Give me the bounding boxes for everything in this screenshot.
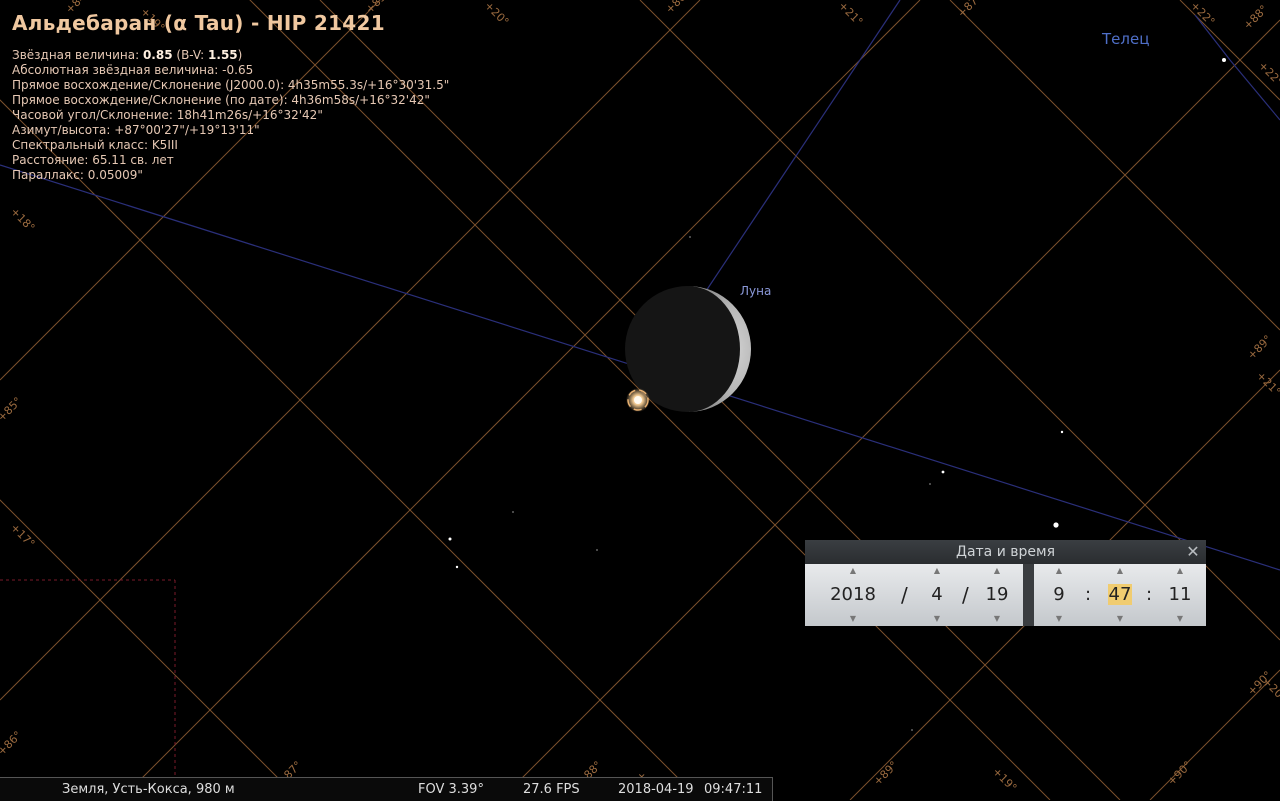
moon-label[interactable]: Луна [740, 284, 771, 298]
grid-label: +17° [8, 521, 37, 550]
arrow-down-icon[interactable]: ▼ [981, 615, 1013, 623]
day-value[interactable]: 19 [981, 583, 1013, 607]
dialog-titlebar[interactable]: Дата и время ✕ [805, 540, 1206, 564]
status-bar: Земля, Усть-Кокса, 980 м FOV 3.39° 27.6 … [0, 777, 773, 801]
grid-label: +88° [1241, 3, 1270, 32]
arrow-up-icon[interactable]: ▲ [819, 567, 887, 575]
arrow-down-icon[interactable]: ▼ [1166, 615, 1194, 623]
minute-value[interactable]: 47 [1106, 583, 1134, 607]
ra-dec-j2000: Прямое восхождение/Склонение (J2000.0): … [12, 78, 450, 92]
dialog-title: Дата и время [956, 544, 1055, 560]
grid-label: +86° [663, 0, 692, 16]
aldebaran-star[interactable] [626, 388, 650, 412]
grid-label: +22° [1256, 59, 1280, 88]
bv-close: ) [237, 48, 243, 62]
arrow-down-icon[interactable]: ▼ [1046, 615, 1072, 623]
arrow-down-icon[interactable]: ▼ [923, 615, 951, 623]
arrow-down-icon[interactable]: ▼ [1106, 615, 1134, 623]
time-text[interactable]: 09:47:11 [704, 778, 762, 801]
constellation-label[interactable]: Телец [1102, 30, 1149, 48]
grid-label: +89° [1245, 333, 1274, 362]
minute-spinner[interactable]: ▲ 47 ▼ [1106, 564, 1134, 626]
date-separator: / [962, 583, 969, 607]
grid-label: +87° [955, 0, 984, 20]
date-panel: ▲ 2018 ▼ / ▲ 4 ▼ / ▲ 19 ▼ [805, 564, 1023, 626]
ra-dec-date: Прямое восхождение/Склонение (по дате): … [12, 93, 430, 107]
grid-label: +86° [0, 729, 24, 758]
grid-label: +18° [8, 205, 37, 234]
az-alt: Азимут/высота: +87°00'27"/+19°13'11" [12, 123, 260, 137]
minute-text[interactable]: 47 [1107, 584, 1133, 605]
hour-spinner[interactable]: ▲ 9 ▼ [1046, 564, 1072, 626]
date-text[interactable]: 2018-04-19 [618, 778, 694, 801]
year-value[interactable]: 2018 [819, 583, 887, 607]
bv-value: 1.55 [208, 48, 238, 62]
fov-text: FOV 3.39° [418, 782, 484, 797]
close-icon[interactable]: ✕ [1184, 543, 1202, 561]
year-spinner[interactable]: ▲ 2018 ▼ [819, 564, 887, 626]
abs-magnitude: Абсолютная звёздная величина: -0.65 [12, 63, 254, 77]
grid-label: +19° [990, 765, 1019, 794]
grid-label: +89° [871, 759, 900, 788]
month-spinner[interactable]: ▲ 4 ▼ [923, 564, 951, 626]
arrow-down-icon[interactable]: ▼ [819, 615, 887, 623]
fps-text: 27.6 FPS [523, 782, 580, 797]
time-separator: : [1146, 584, 1153, 605]
day-spinner[interactable]: ▲ 19 ▼ [981, 564, 1013, 626]
grid-label: +85° [0, 395, 24, 424]
arrow-up-icon[interactable]: ▲ [1046, 567, 1072, 575]
object-info-panel: Звёздная величина: 0.85 (B-V: 1.55) Абсо… [12, 48, 449, 183]
magnitude-value: 0.85 [142, 48, 173, 62]
location-text[interactable]: Земля, Усть-Кокса, 980 м [62, 778, 235, 801]
time-panel: ▲ 9 ▼ : ▲ 47 ▼ : ▲ 11 ▼ [1034, 564, 1206, 626]
magnitude-row: Звёздная величина: 0.85 (B-V: 1.55) [12, 48, 449, 63]
arrow-up-icon[interactable]: ▲ [923, 567, 951, 575]
arrow-up-icon[interactable]: ▲ [981, 567, 1013, 575]
distance: Расстояние: 65.11 св. лет [12, 153, 174, 167]
time-separator: : [1085, 584, 1092, 605]
spectral-class: Спектральный класс: K5III [12, 138, 178, 152]
bv-label: (B-V: [176, 48, 205, 62]
second-spinner[interactable]: ▲ 11 ▼ [1166, 564, 1194, 626]
date-separator: / [901, 583, 908, 607]
hour-value[interactable]: 9 [1046, 583, 1072, 607]
datetime-dialog: Дата и время ✕ ▲ 2018 ▼ / ▲ 4 ▼ / ▲ 19 ▼ [805, 540, 1206, 626]
magnitude-label: Звёздная величина: [12, 48, 140, 62]
grid-label: +90° [1165, 759, 1194, 788]
selected-object-title: Альдебаран (α Tau) - HIP 21421 [12, 11, 385, 35]
second-value[interactable]: 11 [1166, 583, 1194, 607]
grid-label: +20° [482, 0, 511, 28]
panel-divider [1023, 564, 1034, 626]
grid-label: +21° [836, 0, 865, 28]
arrow-up-icon[interactable]: ▲ [1106, 567, 1134, 575]
parallax: Параллакс: 0.05009" [12, 168, 143, 182]
month-value[interactable]: 4 [923, 583, 951, 607]
arrow-up-icon[interactable]: ▲ [1166, 567, 1194, 575]
hour-angle: Часовой угол/Склонение: 18h41m26s/+16°32… [12, 108, 323, 122]
